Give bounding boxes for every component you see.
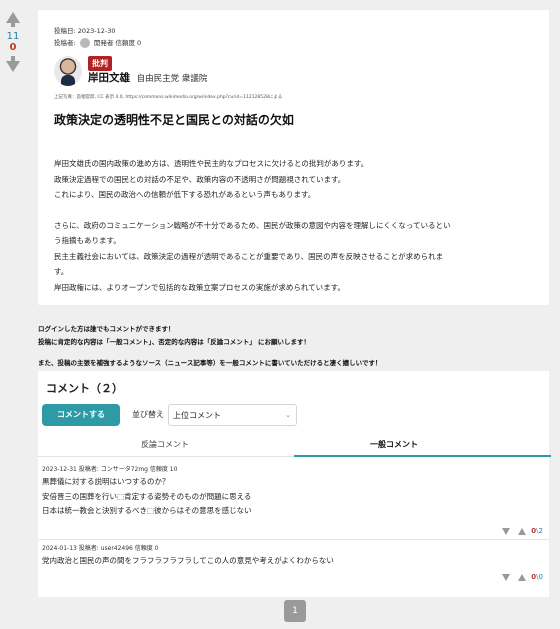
upvote-count: 11 [6, 31, 20, 42]
author-name[interactable]: 開発者 [94, 39, 114, 47]
author-label: 投稿者: [54, 39, 76, 47]
comment-line: 党内政治と国民の声の間をフラフラフラフラしてこの人の意見や考えがよくわからない [42, 556, 334, 565]
comment-meta: 2023-12-31 投稿者: コンサータ72mg 信頼度 10 [42, 466, 178, 473]
comment-divider [38, 539, 549, 540]
comment-meta: 2024-01-13 投稿者: user42496 信頼度 0 [42, 545, 159, 552]
comment-down-count: 0 [538, 573, 543, 581]
pagination-page-button[interactable]: 1 [284, 600, 306, 622]
politician-name-line: 岸田文雄 自由民主党 衆議院 [88, 70, 207, 85]
author-trust: 信頼度 0 [115, 39, 142, 47]
sort-selected-value: 上位コメント [173, 411, 221, 420]
sort-label: 並び替え [132, 410, 164, 419]
downvote-arrow-icon[interactable] [6, 56, 20, 72]
post-author: 投稿者: 開発者 信頼度 0 [54, 37, 141, 48]
post-card: 投稿日: 2023-12-30 投稿者: 開発者 信頼度 0 批判 岸田文雄 自… [38, 10, 549, 305]
politician-photo [54, 56, 82, 86]
sort-select[interactable]: 上位コメント ⌄ [168, 404, 297, 426]
comment-item: 2023-12-31 投稿者: コンサータ72mg 信頼度 10 黒葬儀に対する… [42, 464, 542, 519]
comment-line: 安倍晋三の国葬を行い⬚肯定する姿勢そのものが問題に思える [42, 491, 252, 501]
comment-line: 黒葬儀に対する説明はいつするのか？ [42, 477, 170, 486]
body-line: 岸田文雄氏の国内政策の進め方は、透明性や民主的なプロセスに欠けるとの批判がありま… [54, 159, 369, 168]
body-line: 政策決定過程での国民との対話の不足や、政策内容の不透明さが問題視されています。 [54, 174, 346, 184]
comments-heading: コメント（２） [46, 382, 123, 395]
chevron-down-icon: ⌄ [285, 411, 291, 419]
politician-name[interactable]: 岸田文雄 [88, 72, 130, 84]
comment-upvote-icon[interactable] [518, 527, 527, 535]
active-tab-indicator [294, 455, 551, 457]
notice-login: ログインした方は誰でもコメントができます！ [38, 325, 175, 333]
comment-votes: 0\0 [499, 573, 543, 581]
photo-credit: 上記写真：首相官邸, CC 表示 4.0, https://commons.wi… [54, 95, 283, 100]
comment-downvote-icon[interactable] [501, 573, 510, 581]
notice-comment-type: 投稿に肯定的な内容は「一般コメント」、否定的な内容は「反論コメント」 にお願いし… [38, 338, 311, 346]
post-vote-column: 11 0 [4, 12, 22, 72]
add-comment-button[interactable]: コメントする [42, 404, 120, 426]
post-body: 岸田文雄氏の国内政策の進め方は、透明性や民主的なプロセスに欠けるとの批判がありま… [54, 156, 544, 295]
comment-downvote-icon[interactable] [501, 527, 510, 535]
post-title: 政策決定の透明性不足と国民との対話の欠如 [54, 113, 294, 127]
politician-info: 批判 岸田文雄 自由民主党 衆議院 [54, 56, 534, 96]
tab-general-comments[interactable]: 一般コメント [294, 439, 494, 450]
comments-section: コメント（２） コメントする 並び替え 上位コメント ⌄ 反論コメント 一般コメ… [38, 371, 551, 597]
post-date: 投稿日: 2023-12-30 [54, 27, 116, 35]
downvote-count: 0 [9, 42, 17, 53]
comment-text: 党内政治と国民の声の間をフラフラフラフラしてこの人の意見や考えがよくわからない [42, 554, 542, 569]
body-line: 民主主義社会においては、政策決定の過程が透明であることが重要であり、国民の声を反… [54, 251, 444, 261]
comment-votes: 0\2 [499, 527, 543, 535]
body-line: これにより、国民の政治への信頼が低下する恐れがあるという声もあります。 [54, 190, 316, 199]
comment-text: 黒葬儀に対する説明はいつするのか？ 安倍晋三の国葬を行い⬚肯定する姿勢そのものが… [42, 475, 542, 519]
criticism-tag: 批判 [88, 56, 112, 71]
upvote-arrow-icon[interactable] [6, 12, 20, 27]
comment-upvote-icon[interactable] [518, 573, 527, 581]
comment-line: 日本は統一教会と決別するべき⬚彼からはその意思を感じない [42, 506, 252, 515]
politician-party: 自由民主党 衆議院 [136, 74, 208, 84]
body-line: う指摘もあります。 [54, 236, 121, 245]
tab-rebuttal-comments[interactable]: 反論コメント [65, 439, 265, 450]
comment-item: 2024-01-13 投稿者: user42496 信頼度 0 党内政治と国民の… [42, 543, 542, 569]
body-line: さらに、政府のコミュニケーション戦略が不十分であるため、国民が政策の意図や内容を… [54, 220, 451, 230]
user-avatar-icon [79, 38, 90, 48]
comment-down-count: 2 [538, 527, 543, 535]
body-line: す。 [54, 267, 69, 276]
notice-source: また、投稿の主張を補強するようなソース（ニュース記事等）を一般コメントに書いてい… [38, 359, 382, 367]
body-line: 岸田政権には、よりオープンで包括的な政策立案プロセスの実施が求められています。 [54, 282, 345, 292]
